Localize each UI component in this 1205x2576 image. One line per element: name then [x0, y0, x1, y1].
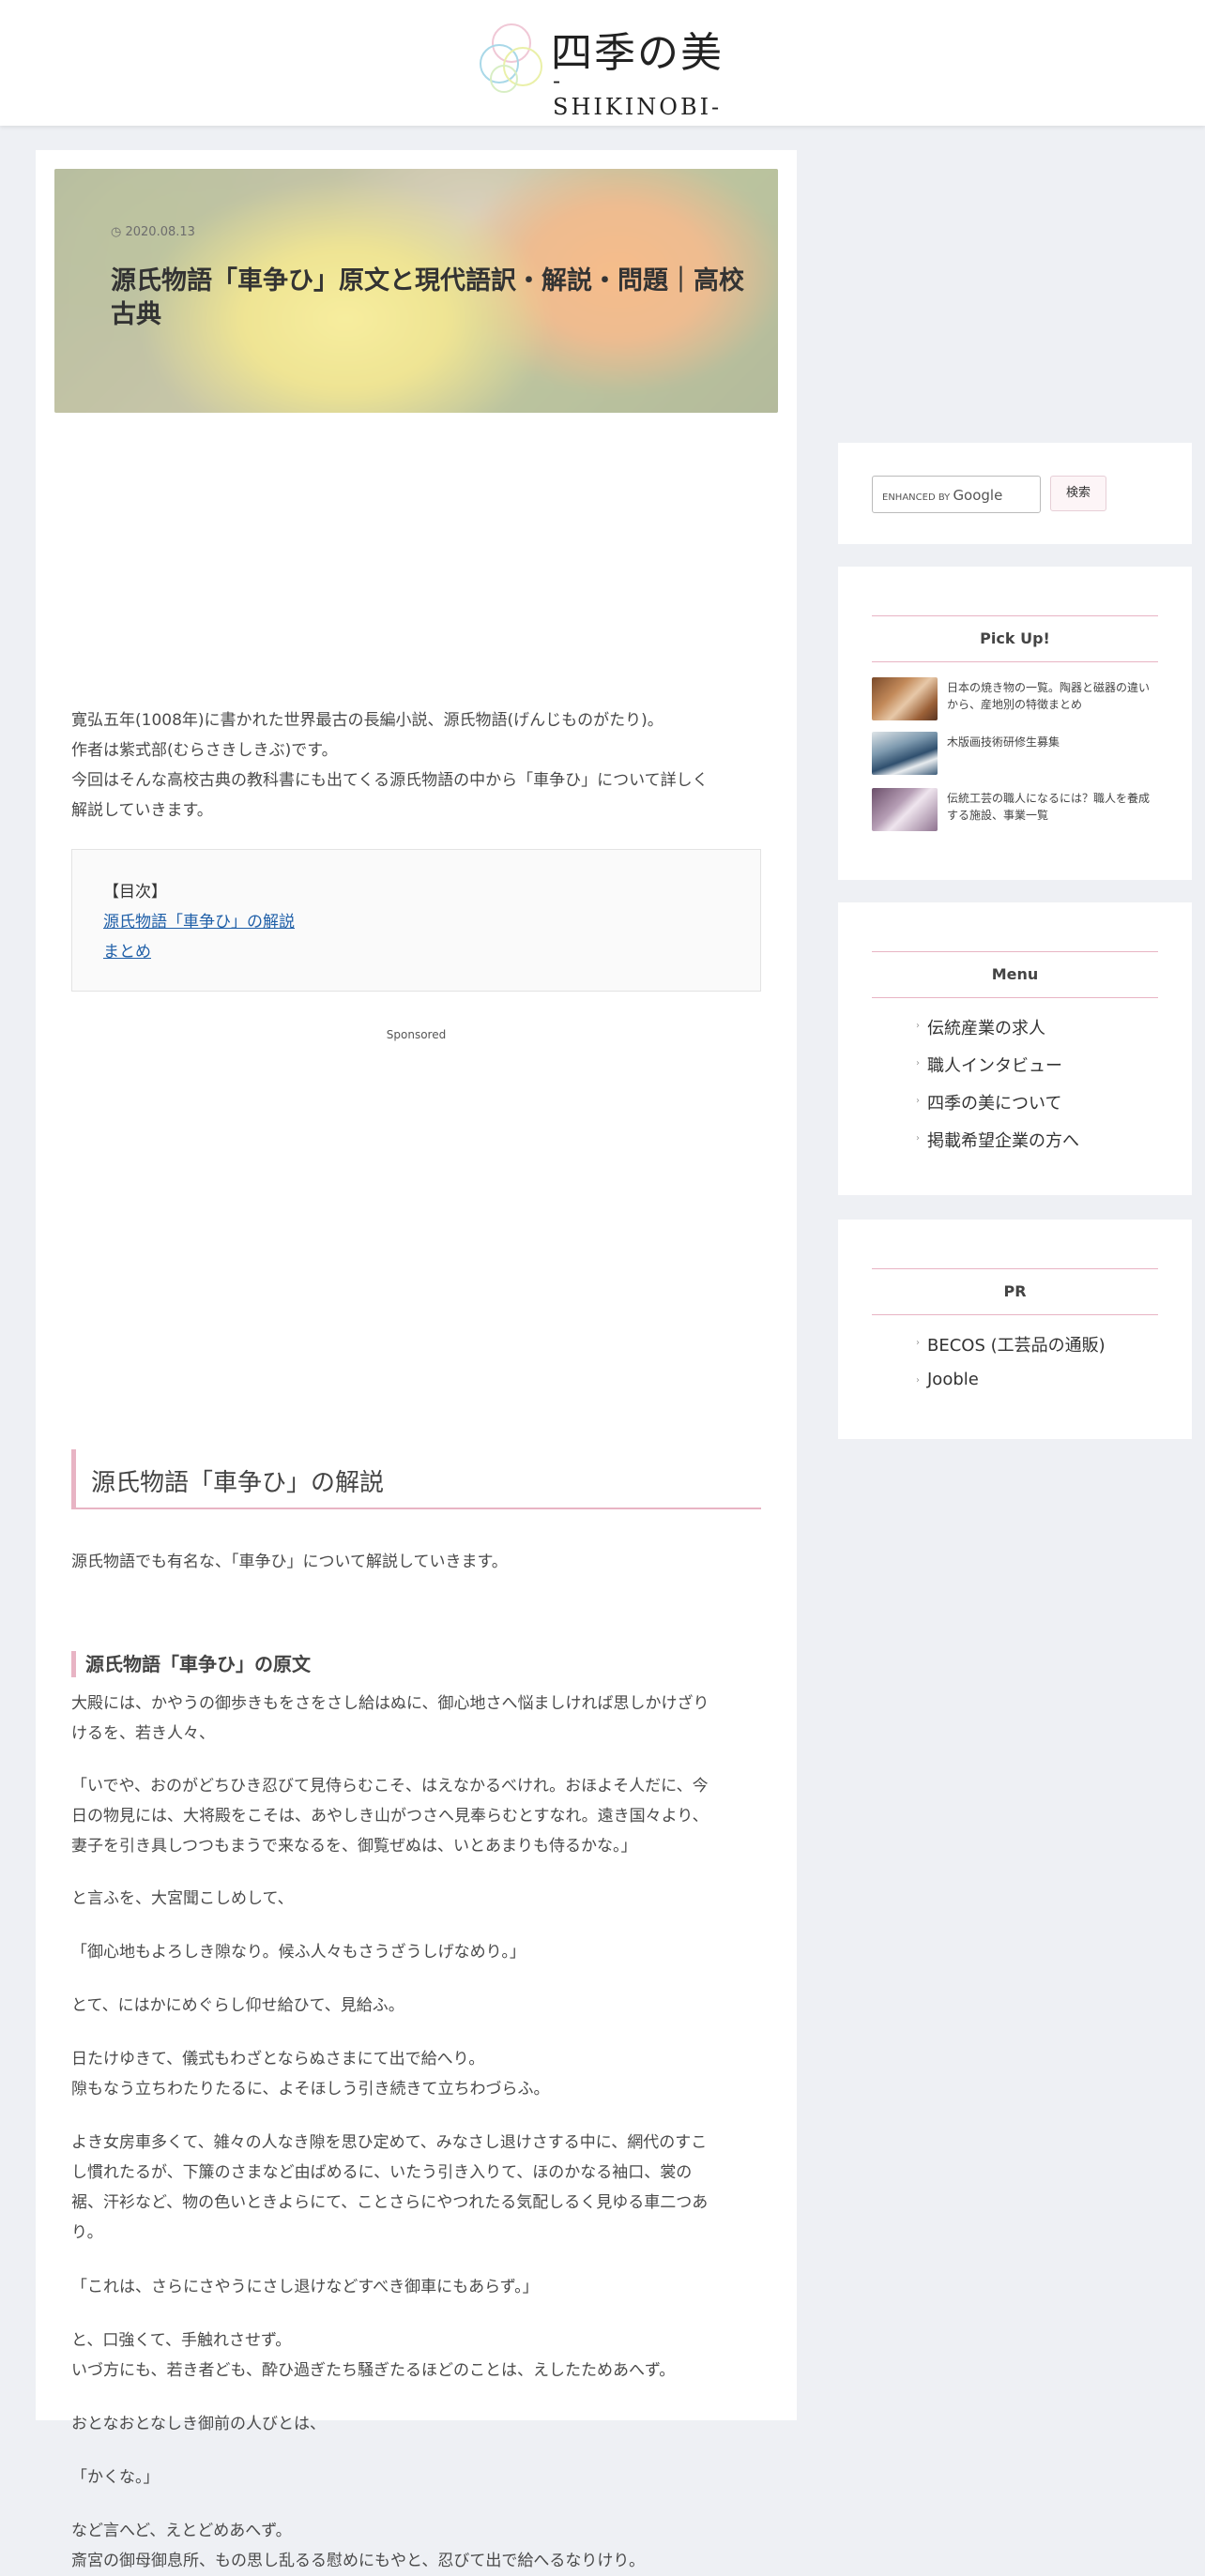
toc-title: 【目次】 — [103, 883, 167, 902]
pickup-item-title: 日本の焼き物の一覧。陶器と磁器の違いから、産地別の特徴まとめ — [947, 681, 1151, 711]
text-line: 「いでや、おのがどちひき忍びて見侍らむこそ、はえなかるべけれ。おほよそ人だに、今 — [71, 1777, 709, 1796]
text-line: 日たけゆきて、儀式もわざとならぬさまにて出で給へり。 — [71, 2050, 485, 2068]
search-input[interactable]: ENHANCED BY Google — [872, 476, 1041, 513]
text-line: 大殿には、かやうの御歩きもをさをさし給はぬに、御心地さへ悩ましければ思しかけざり — [71, 1694, 709, 1713]
text-line: とて、にはかにめぐらし仰せ給ひて、見給ふ。 — [71, 1996, 404, 2015]
pr-item-label: BECOS (工芸品の通販) — [927, 1336, 1106, 1356]
original-text-paragraph: など言へど、えとどめあへず。 斎宮の御母御息所、もの思し乱るる慰めにもやと、忍び… — [71, 2516, 766, 2576]
menu-item-label: 伝統産業の求人 — [927, 1019, 1045, 1038]
toc-link-explanation[interactable]: 源氏物語「車争ひ」の解説 — [103, 908, 295, 932]
text-line: けるを、若き人々、 — [71, 1724, 215, 1743]
pickup-item-title: 木版画技術研修生募集 — [947, 735, 1060, 749]
menu-item-about[interactable]: › 四季の美について — [916, 1090, 1062, 1114]
craft-bowl-thumbnail — [872, 788, 938, 831]
chevron-right-icon: › — [916, 1133, 920, 1144]
original-text-paragraph: と、口強くて、手触れさせず。 いづ方にも、若き者ども、酔ひ過ぎたち騒ぎたるほどの… — [71, 2326, 766, 2386]
original-text-paragraph: 「これは、さらにさやうにさし退けなどすべき御車にもあらず。」 — [71, 2272, 766, 2302]
original-text-paragraph: とて、にはかにめぐらし仰せ給ひて、見給ふ。 — [71, 1991, 766, 2021]
menu-title: Menu — [872, 951, 1158, 998]
pottery-thumbnail — [872, 677, 938, 720]
original-text-paragraph: おとなおとなしき御前の人びとは、 — [71, 2409, 766, 2439]
text-line: 「これは、さらにさやうにさし退けなどすべき御車にもあらず。」 — [71, 2278, 539, 2296]
eyecatch-image: ◷ 2020.08.13 源氏物語「車争ひ」原文と現代語訳・解説・問題｜高校古典 — [54, 169, 778, 413]
logo-circles-icon — [480, 23, 542, 93]
pickup-title: Pick Up! — [872, 615, 1158, 662]
original-text-paragraph: 大殿には、かやうの御歩きもをさをさし給はぬに、御心地さへ悩ましければ思しかけざり… — [71, 1689, 766, 1749]
intro-line: 作者は紫式部(むらさきしきぶ)です。 — [71, 741, 338, 760]
text-line: いづ方にも、若き者ども、酔ひ過ぎたち騒ぎたるほどのことは、えしたためあへず。 — [71, 2361, 676, 2380]
woodblock-wave-thumbnail — [872, 732, 938, 775]
search-widget: ENHANCED BY Google 検索 — [838, 443, 1192, 544]
sponsored-label: Sponsored — [386, 1028, 447, 1041]
original-text-paragraph: 「御心地もよろしき隙なり。候ふ人々もさうざうしげなめり。」 — [71, 1937, 766, 1967]
chevron-right-icon: › — [916, 1375, 920, 1386]
intro-text: 寛弘五年(1008年)に書かれた世界最古の長編小説、源氏物語(げんじものがたり)… — [71, 705, 766, 826]
pickup-widget: Pick Up! 日本の焼き物の一覧。陶器と磁器の違いから、産地別の特徴まとめ … — [838, 567, 1192, 880]
text-line: 裾、汗衫など、物の色いときよらにて、ことさらにやつれたる気配しるく見ゆる車二つあ — [71, 2193, 709, 2212]
pickup-item[interactable]: 伝統工芸の職人になるには？職人を養成する施設、事業一覧 — [872, 788, 1163, 835]
menu-item-companies[interactable]: › 掲載希望企業の方へ — [916, 1128, 1079, 1152]
text-line: よき女房車多くて、雑々の人なき隙を思ひ定めて、みなさし退けさする中に、網代のすこ — [71, 2133, 708, 2152]
search-button[interactable]: 検索 — [1050, 476, 1106, 511]
text-line: など言へど、えとどめあへず。 — [71, 2522, 292, 2540]
pr-title: PR — [872, 1268, 1158, 1315]
text-line: し慣れたるが、下簾のさまなど由ばめるに、いたう引き入りて、ほのかなる袖口、裳の — [71, 2163, 693, 2182]
post-title: 源氏物語「車争ひ」原文と現代語訳・解説・問題｜高校古典 — [111, 266, 744, 329]
original-text-paragraph: と言ふを、大宮聞こしめして、 — [71, 1884, 766, 1914]
clock-icon: ◷ — [111, 225, 122, 239]
text-line: 「御心地もよろしき隙なり。候ふ人々もさうざうしげなめり。」 — [71, 1943, 526, 1962]
pr-item-jooble[interactable]: › Jooble — [916, 1370, 979, 1389]
pickup-item-title: 伝統工芸の職人になるには？職人を養成する施設、事業一覧 — [947, 792, 1151, 822]
main-content: ◷ 2020.08.13 源氏物語「車争ひ」原文と現代語訳・解説・問題｜高校古典… — [36, 150, 797, 2570]
menu-item-label: 職人インタビュー — [927, 1056, 1062, 1076]
subsection-heading: 源氏物語「車争ひ」の原文 — [71, 1651, 311, 1677]
text-line: り。 — [71, 2223, 103, 2242]
post-date: ◷ 2020.08.13 — [111, 225, 195, 239]
text-line: おとなおとなしき御前の人びとは、 — [71, 2415, 326, 2433]
text-line: 隙もなう立ちわたりたるに、よそほしう引き続きて立ちわづらふ。 — [71, 2080, 550, 2099]
chevron-right-icon: › — [916, 1096, 920, 1106]
pickup-item[interactable]: 日本の焼き物の一覧。陶器と磁器の違いから、産地別の特徴まとめ — [872, 677, 1163, 724]
pr-item-becos[interactable]: › BECOS (工芸品の通販) — [916, 1332, 1106, 1356]
table-of-contents: 【目次】 源氏物語「車争ひ」の解説 まとめ — [71, 849, 761, 992]
post-date-text: 2020.08.13 — [125, 225, 195, 239]
original-text-paragraph: よき女房車多くて、雑々の人なき隙を思ひ定めて、みなさし退けさする中に、網代のすこ… — [71, 2128, 766, 2248]
intro-line: 解説していきます。 — [71, 801, 213, 820]
site-header: 四季の美 -SHIKINOBI- — [0, 0, 1205, 126]
original-text-paragraph: 「かくな。」 — [71, 2462, 766, 2493]
text-line: 妻子を引き具しつつもまうで来なるを、御覧ぜぬは、いとあまりも侍るかな。」 — [71, 1837, 637, 1856]
original-text-paragraph: 「いでや、おのがどちひき忍びて見侍らむこそ、はえなかるべけれ。おほよそ人だに、今… — [71, 1771, 766, 1861]
search-branding: ENHANCED BY Google — [882, 487, 1002, 504]
text-line: 「かくな。」 — [71, 2468, 160, 2487]
text-line: と言ふを、大宮聞こしめして、 — [71, 1889, 294, 1908]
intro-line: 今回はそんな高校古典の教科書にも出てくる源氏物語の中から「車争ひ」について詳しく — [71, 771, 709, 790]
section-lead: 源氏物語でも有名な、「車争ひ」について解説していきます。 — [71, 1553, 508, 1571]
menu-item-jobs[interactable]: › 伝統産業の求人 — [916, 1015, 1045, 1039]
intro-line: 寛弘五年(1008年)に書かれた世界最古の長編小説、源氏物語(げんじものがたり)… — [71, 711, 664, 730]
text-line: 日の物見には、大将殿をこそは、あやしき山がつさへ見奉らむとすなれ。遠き国々より、 — [71, 1807, 709, 1826]
menu-widget: Menu › 伝統産業の求人 › 職人インタビュー › 四季の美について › 掲… — [838, 902, 1192, 1195]
original-text-paragraph: 日たけゆきて、儀式もわざとならぬさまにて出で給へり。 隙もなう立ちわたりたるに、… — [71, 2044, 766, 2104]
pr-widget: PR › BECOS (工芸品の通販) › Jooble — [838, 1220, 1192, 1439]
chevron-right-icon: › — [916, 1338, 920, 1348]
search-brand-small: ENHANCED BY — [882, 492, 951, 503]
pickup-item[interactable]: 木版画技術研修生募集 — [872, 732, 1163, 779]
text-line: と、口強くて、手触れさせず。 — [71, 2331, 292, 2350]
pr-item-label: Jooble — [927, 1370, 979, 1389]
menu-item-label: 掲載希望企業の方へ — [927, 1131, 1079, 1151]
search-brand-google: Google — [953, 487, 1003, 504]
menu-item-interviews[interactable]: › 職人インタビュー — [916, 1053, 1062, 1077]
chevron-right-icon: › — [916, 1058, 920, 1068]
chevron-right-icon: › — [916, 1021, 920, 1031]
logo-romaji: -SHIKINOBI- — [553, 68, 723, 120]
toc-link-summary[interactable]: まとめ — [103, 938, 151, 962]
site-logo[interactable]: 四季の美 -SHIKINOBI- — [474, 15, 727, 120]
text-line: 斎宮の御母御息所、もの思し乱るる慰めにもやと、忍びて出で給へるなりけり。 — [71, 2552, 645, 2570]
menu-item-label: 四季の美について — [927, 1094, 1062, 1114]
section-heading: 源氏物語「車争ひ」の解説 — [71, 1449, 761, 1509]
